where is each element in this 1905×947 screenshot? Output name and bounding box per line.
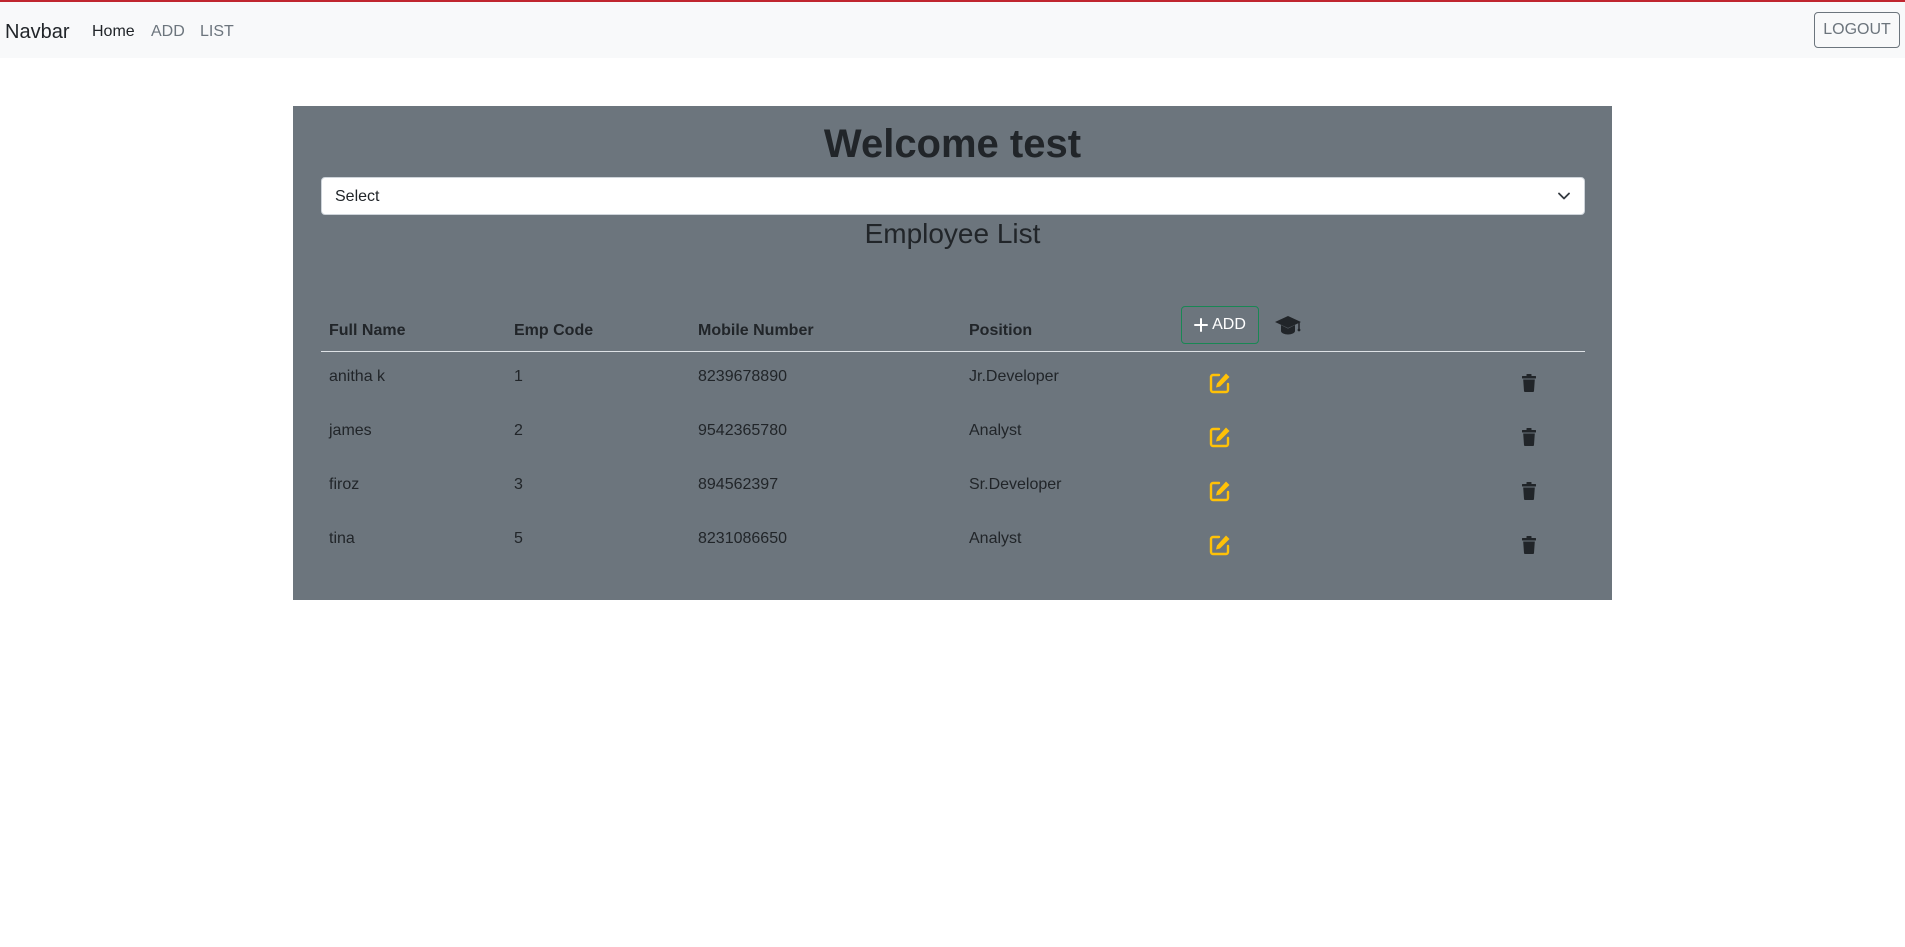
trash-icon[interactable]	[1522, 536, 1536, 554]
cell-emp-code: 2	[514, 422, 523, 439]
column-header-emp-code: Emp Code	[514, 322, 594, 339]
nav-link-list[interactable]: LIST	[200, 23, 234, 41]
column-header-full-name: Full Name	[329, 322, 406, 339]
cell-mobile-number: 894562397	[698, 476, 779, 493]
table-row: james 2 9542365780 Analyst	[321, 408, 1585, 462]
trash-icon[interactable]	[1522, 428, 1536, 446]
cell-full-name: tina	[329, 530, 355, 547]
logout-button[interactable]: LOGOUT	[1814, 12, 1900, 48]
cell-full-name: firoz	[329, 476, 360, 493]
employee-panel: Welcome test Select Employee List Full N…	[293, 106, 1612, 600]
trash-icon[interactable]	[1522, 482, 1536, 500]
edit-icon[interactable]	[1209, 372, 1231, 394]
table-row: firoz 3 894562397 Sr.Developer	[321, 462, 1585, 516]
cell-emp-code: 1	[514, 368, 523, 385]
cell-mobile-number: 8231086650	[698, 530, 787, 547]
column-header-position: Position	[969, 322, 1033, 339]
add-employee-button[interactable]: ADD	[1181, 306, 1259, 344]
plus-icon	[1194, 318, 1209, 332]
cell-mobile-number: 9542365780	[698, 422, 787, 439]
cell-position: Analyst	[969, 422, 1022, 439]
edit-icon[interactable]	[1209, 426, 1231, 448]
table-row: anitha k 1 8239678890 Jr.Developer	[321, 354, 1585, 408]
column-header-mobile-number: Mobile Number	[698, 322, 814, 339]
edit-icon[interactable]	[1209, 480, 1231, 502]
select-value: Select	[335, 188, 380, 205]
welcome-heading: Welcome test	[823, 122, 1082, 166]
chevron-down-icon	[1558, 192, 1570, 200]
navbar: Navbar Home ADD LIST LOGOUT	[0, 0, 1905, 58]
graduation-cap-icon[interactable]	[1274, 313, 1302, 337]
add-button-label: ADD	[1212, 316, 1246, 333]
cell-emp-code: 5	[514, 530, 523, 547]
navbar-brand[interactable]: Navbar	[5, 21, 69, 44]
table-header-divider	[321, 351, 1585, 352]
employee-select[interactable]: Select	[321, 177, 1585, 215]
employee-list-title: Employee List	[864, 218, 1041, 249]
cell-position: Jr.Developer	[969, 368, 1059, 385]
table-row: tina 5 8231086650 Analyst	[321, 516, 1585, 570]
cell-full-name: james	[329, 422, 372, 439]
cell-emp-code: 3	[514, 476, 523, 493]
cell-full-name: anitha k	[329, 368, 386, 385]
nav-link-home[interactable]: Home	[92, 23, 135, 41]
cell-mobile-number: 8239678890	[698, 368, 787, 385]
nav-link-add[interactable]: ADD	[151, 23, 185, 41]
cell-position: Analyst	[969, 530, 1022, 547]
cell-position: Sr.Developer	[969, 476, 1062, 493]
trash-icon[interactable]	[1522, 374, 1536, 392]
edit-icon[interactable]	[1209, 534, 1231, 556]
